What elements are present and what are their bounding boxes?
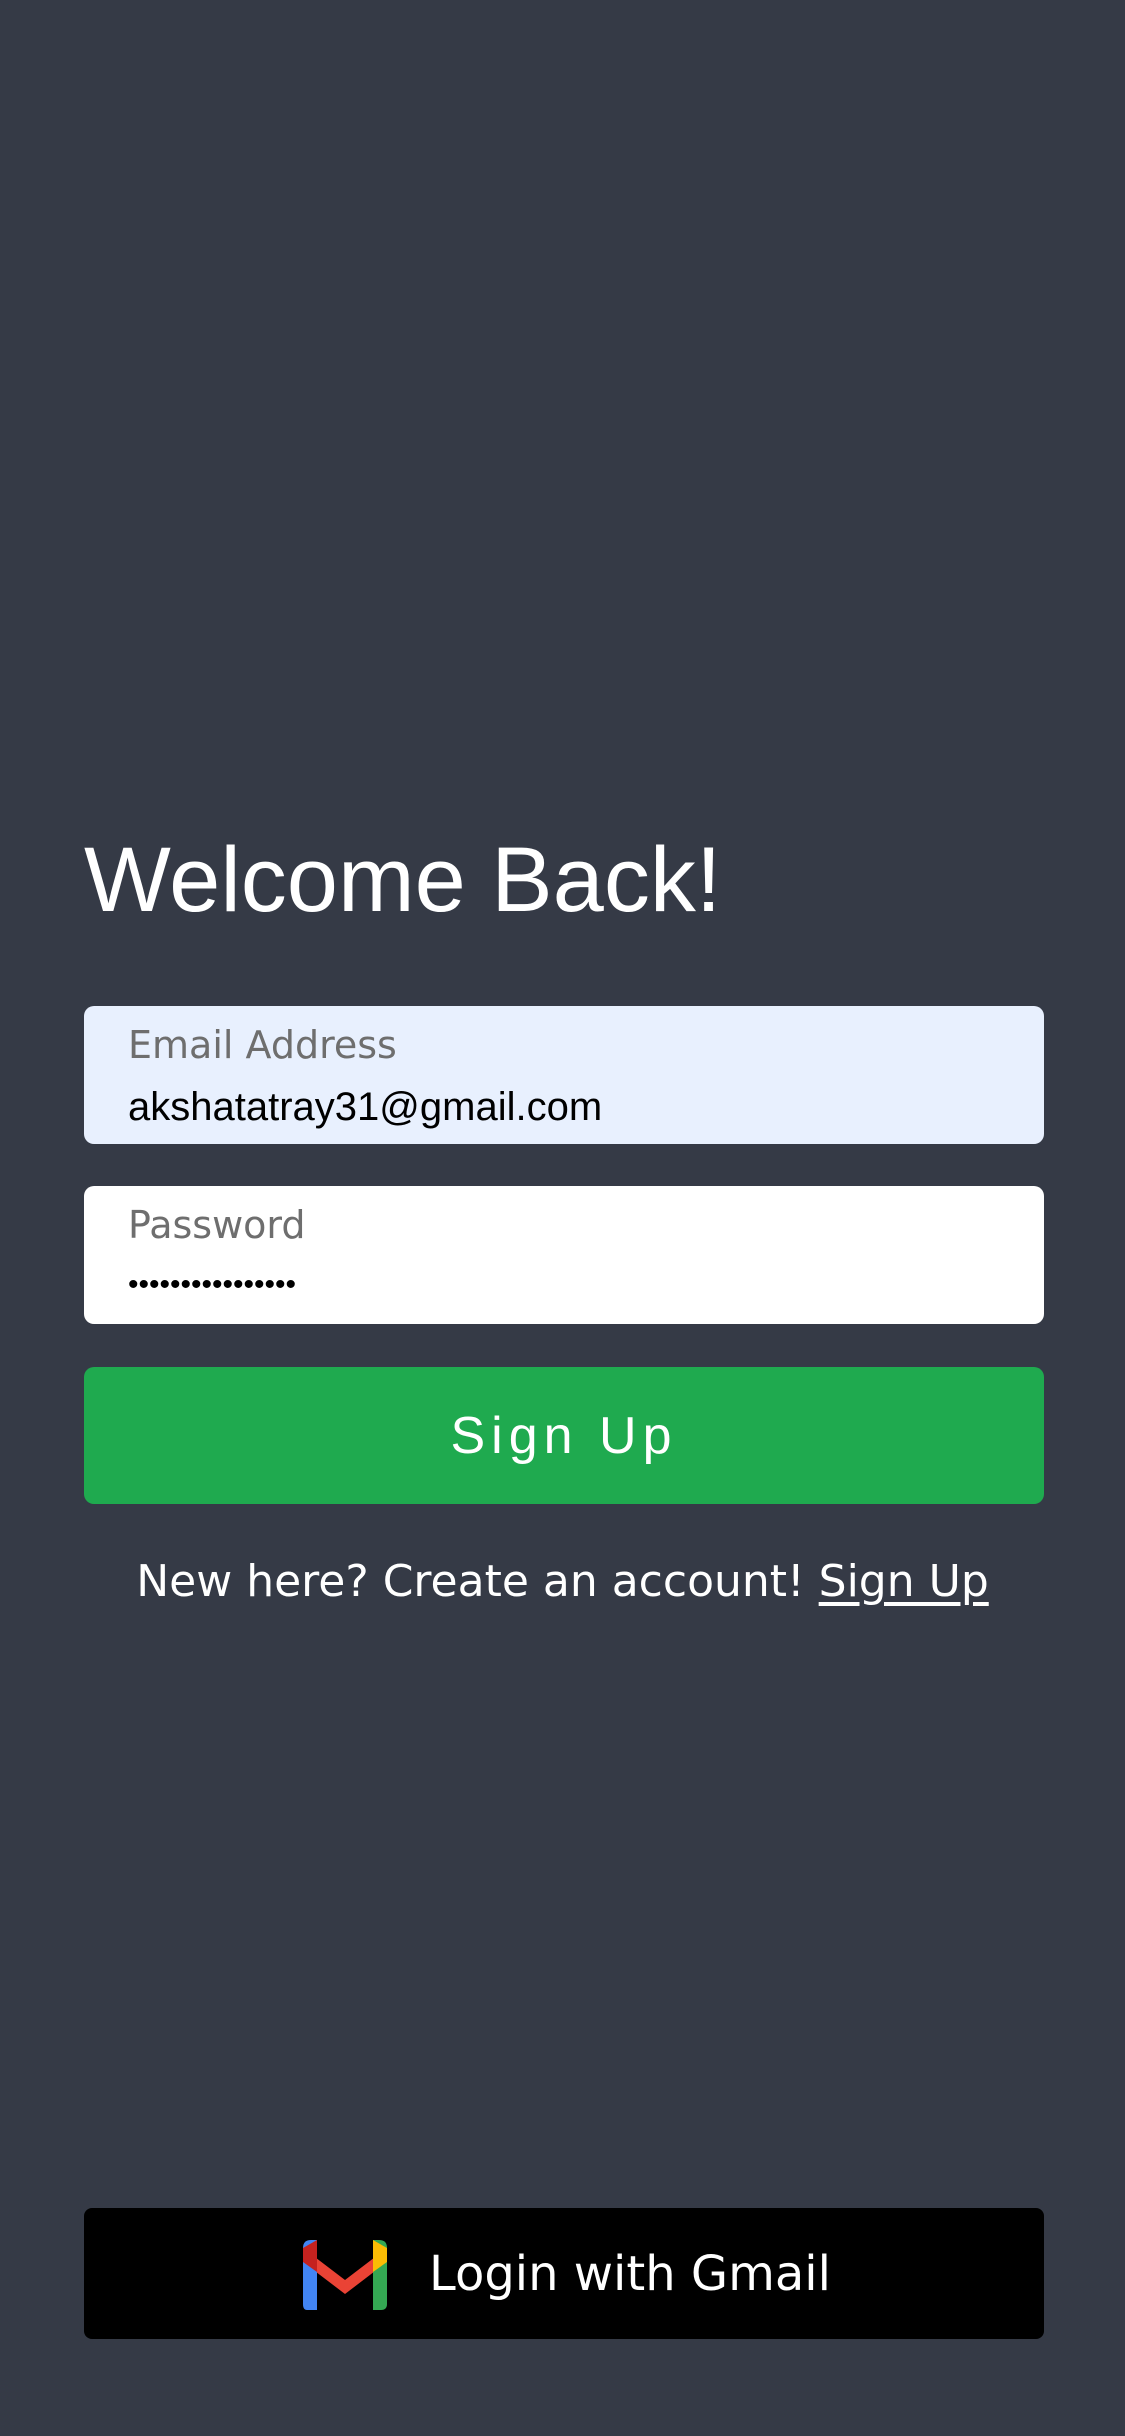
signup-prompt-text: New here? Create an account! — [136, 1556, 805, 1607]
sign-up-link[interactable]: Sign Up — [819, 1556, 989, 1607]
signup-prompt: New here? Create an account! Sign Up — [0, 1552, 1125, 1612]
password-field[interactable]: Password •••••••••••••••• — [84, 1186, 1044, 1324]
email-field[interactable]: Email Address — [84, 1006, 1044, 1144]
sign-up-button[interactable]: Sign Up — [84, 1367, 1044, 1504]
email-input[interactable] — [128, 1082, 1008, 1132]
password-input[interactable]: •••••••••••••••• — [128, 1260, 1008, 1310]
login-with-gmail-button[interactable]: Login with Gmail — [84, 2208, 1044, 2339]
email-field-label: Email Address — [128, 1023, 397, 1067]
password-field-label: Password — [128, 1203, 306, 1247]
gmail-icon — [303, 2239, 388, 2310]
gmail-button-label: Login with Gmail — [429, 2245, 831, 2302]
page-title: Welcome Back! — [84, 829, 722, 931]
